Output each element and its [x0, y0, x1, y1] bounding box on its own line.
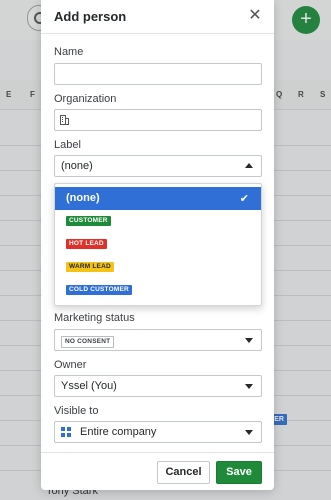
- label-option-warm-lead[interactable]: WARM LEAD: [55, 256, 261, 279]
- owner-select-value: Yssel (You): [61, 380, 117, 392]
- visible-to-label: Visible to: [54, 405, 99, 417]
- label-select-value: (none): [61, 160, 93, 172]
- owner-label: Owner: [54, 359, 87, 371]
- organization-label: Organization: [54, 93, 117, 105]
- chevron-down-icon: [245, 430, 253, 435]
- customer-tag: CUSTOMER: [66, 216, 111, 226]
- chevron-up-icon: [245, 163, 253, 168]
- building-icon: [60, 115, 69, 125]
- chevron-down-icon: [245, 338, 253, 343]
- label-select[interactable]: (none): [54, 155, 262, 177]
- modal-header: Add person ✕: [41, 0, 274, 34]
- visible-to-select[interactable]: Entire company: [54, 421, 262, 443]
- save-button[interactable]: Save: [216, 461, 262, 484]
- label-dropdown: (none) ✔ CUSTOMER HOT LEAD WARM LEAD COL…: [54, 183, 262, 306]
- label-label: Label: [54, 139, 81, 151]
- check-icon: ✔: [239, 193, 249, 205]
- add-person-modal: Add person ✕ Name Organization Label (no…: [41, 0, 274, 490]
- label-option-customer[interactable]: CUSTOMER: [55, 210, 261, 233]
- name-input[interactable]: [54, 63, 262, 85]
- chevron-down-icon: [245, 384, 253, 389]
- name-label: Name: [54, 46, 84, 58]
- marketing-status-label: Marketing status: [54, 312, 135, 324]
- warm-lead-tag: WARM LEAD: [66, 262, 114, 272]
- hot-lead-tag: HOT LEAD: [66, 239, 107, 249]
- close-icon[interactable]: ✕: [246, 6, 264, 26]
- organization-input[interactable]: [54, 109, 262, 131]
- marketing-status-select[interactable]: NO CONSENT: [54, 329, 262, 351]
- visible-to-select-value: Entire company: [80, 426, 157, 438]
- modal-footer: Cancel Save: [41, 452, 274, 490]
- cancel-button[interactable]: Cancel: [157, 461, 210, 484]
- cold-customer-tag: COLD CUSTOMER: [66, 285, 132, 295]
- owner-select[interactable]: Yssel (You): [54, 375, 262, 397]
- no-consent-tag: NO CONSENT: [61, 336, 115, 348]
- label-option-text: (none): [66, 192, 100, 204]
- label-option-hot-lead[interactable]: HOT LEAD: [55, 233, 261, 256]
- modal-title: Add person: [54, 9, 127, 24]
- label-option-none[interactable]: (none) ✔: [55, 187, 261, 210]
- grid-icon: [61, 427, 71, 437]
- label-option-cold-customer[interactable]: COLD CUSTOMER: [55, 279, 261, 302]
